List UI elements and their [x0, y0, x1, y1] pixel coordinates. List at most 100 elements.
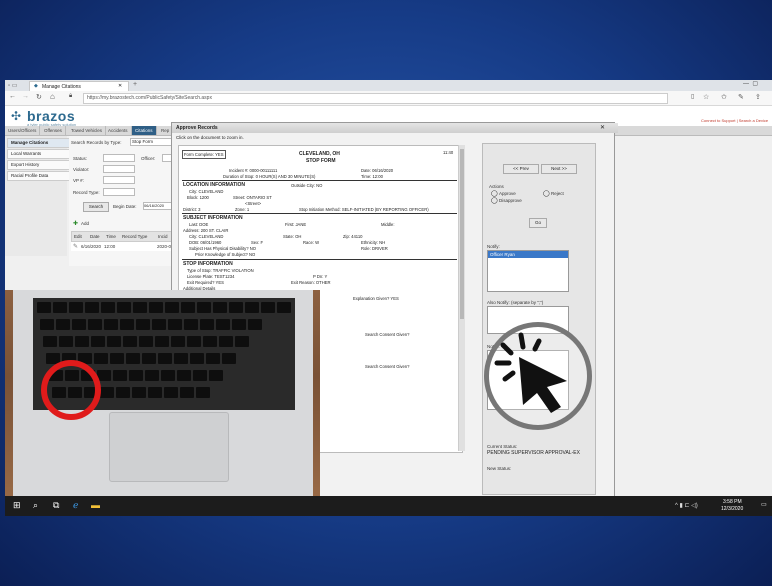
violator-field[interactable]	[103, 165, 135, 173]
doc-ethnicity: Ethnicity: NH	[361, 240, 386, 245]
search-icon[interactable]: ⌕	[33, 500, 38, 511]
click-callout	[484, 322, 592, 430]
share-icon[interactable]: ⇪	[755, 93, 761, 101]
nav-users-officers[interactable]: Users/Officers	[5, 126, 41, 135]
table-row[interactable]: ✎ 6/16/2020 12:00 2020-0	[71, 242, 174, 251]
dialog-close-icon[interactable]: ✕	[600, 124, 605, 131]
disapprove-label: Disapprove	[499, 198, 522, 203]
windows-start-icon[interactable]: ⊞	[13, 500, 21, 511]
lock-icon: 🔒︎	[69, 93, 73, 99]
keyboard-key	[155, 336, 169, 347]
sidebar: Manage Citations Local Warrants Export H…	[5, 136, 70, 256]
nav-accidents[interactable]: Accidents	[105, 126, 132, 135]
doc-stop-type: Type of Stop: TRAFFIC VIOLATION	[187, 268, 254, 273]
keyboard-key	[40, 319, 54, 330]
go-button[interactable]: Go	[529, 218, 547, 228]
taskbar: ⊞ ⌕ ⧉ ℯ ▬ ^ ▮ ⊏ ◁) 3:58 PM 12/3/2020 ▭	[5, 496, 772, 516]
scroll-thumb[interactable]	[460, 149, 464, 319]
nav-towed-vehicles[interactable]: Towed Vehicles	[68, 126, 107, 135]
system-tray-icons[interactable]: ^ ▮ ⊏ ◁)	[675, 502, 698, 509]
keyboard-key	[168, 319, 182, 330]
edit-icon[interactable]: ✎	[73, 243, 78, 250]
tab-bar: ▫ ▭ ◆ Manage Citations ✕ + — ▢	[5, 80, 772, 92]
task-view-icon[interactable]: ⧉	[53, 500, 59, 511]
favorite-star-icon[interactable]: ☆	[703, 93, 709, 101]
keyboard-key	[139, 336, 153, 347]
keyboard-key	[229, 302, 243, 313]
doc-role: Role: DRIVER	[361, 246, 388, 251]
new-tab-icon[interactable]: +	[133, 81, 137, 88]
keyboard-key	[181, 302, 195, 313]
approve-radio[interactable]: ◯	[491, 190, 498, 197]
doc-street2: <Street>	[245, 201, 262, 206]
form-complete: Form Complete: YES	[182, 150, 226, 159]
sidebar-item-local-warrants[interactable]: Local Warrants	[7, 149, 70, 159]
add-link[interactable]: Add	[81, 221, 89, 226]
keyboard-key	[158, 353, 172, 364]
col-date: Date	[90, 234, 100, 239]
keyboard-key	[216, 319, 230, 330]
keyboard-key	[245, 302, 259, 313]
favorites-icon[interactable]: ✩	[721, 93, 727, 101]
back-icon[interactable]: ←	[9, 93, 16, 100]
edge-browser-icon[interactable]: ℯ	[73, 500, 78, 511]
notifications-icon[interactable]: ▭	[761, 501, 767, 508]
record-type-field[interactable]	[103, 188, 135, 196]
reader-icon[interactable]: ▯	[691, 93, 694, 100]
support-links[interactable]: Connect to Support | Search a Device	[701, 118, 768, 123]
status-field[interactable]	[103, 154, 135, 162]
nav-offenses[interactable]: Offenses	[41, 126, 66, 135]
doc-dob: DOB: 06/01/1960	[189, 240, 222, 245]
add-icon[interactable]: ✚	[73, 220, 78, 227]
subject-header: SUBJECT INFORMATION	[183, 215, 243, 221]
col-incident: Incid	[158, 234, 168, 239]
document-scrollbar[interactable]	[458, 145, 465, 451]
sidebar-item-racial-profile[interactable]: Racial Profile Data	[7, 171, 70, 181]
forward-icon[interactable]: →	[22, 93, 29, 100]
search-type-select[interactable]: Stop Form	[130, 138, 173, 146]
keyboard-key	[148, 387, 162, 398]
home-icon[interactable]: ⌂	[50, 92, 55, 101]
doc-stop-method: Stop Initiation Method: SELF-INITIATED (…	[299, 207, 429, 212]
new-status-label: New Status:	[487, 466, 512, 471]
doc-exit-required: Exit Required? YES	[187, 280, 224, 285]
reject-radio[interactable]: ◯	[543, 190, 550, 197]
keyboard-key	[209, 370, 223, 381]
nav-citations[interactable]: Citations	[132, 126, 157, 135]
notify-list[interactable]: Officer Ryan	[487, 250, 569, 292]
keyboard-key	[200, 319, 214, 330]
begin-date-field[interactable]: 06/16/2020	[143, 202, 174, 210]
url-bar[interactable]: https://my.brazostech.com/PublicSafety/S…	[83, 93, 668, 104]
doc-prior-knowledge: Prior Knowledge of Subject? NO	[195, 252, 256, 257]
keyboard-key	[69, 302, 83, 313]
search-button[interactable]: Search	[83, 202, 109, 212]
prev-button[interactable]: << Prev	[503, 164, 539, 174]
file-explorer-icon[interactable]: ▬	[91, 500, 100, 510]
keyboard-key	[129, 370, 143, 381]
clock-date[interactable]: 12/3/2020	[721, 506, 743, 512]
window-controls[interactable]: — ▢	[743, 80, 758, 87]
doc-duration: Duration of Stop: 0 HOUR(S) AND 30 MINUT…	[223, 174, 316, 179]
tab-actions-icon[interactable]: ▫ ▭	[8, 82, 17, 89]
vp-field[interactable]	[103, 176, 135, 184]
close-tab-icon[interactable]: ✕	[118, 83, 122, 89]
officer-label: Officer:	[141, 156, 156, 161]
clock-time[interactable]: 3:58 PM	[723, 499, 742, 505]
pen-icon[interactable]: ✎	[738, 93, 744, 101]
keyboard-key	[132, 387, 146, 398]
keyboard-key	[133, 302, 147, 313]
keyboard-key	[190, 353, 204, 364]
status-label: Status:	[73, 156, 88, 161]
keyboard-key	[184, 319, 198, 330]
keyboard-key	[174, 353, 188, 364]
doc-race: Race: W	[303, 240, 320, 245]
sidebar-item-export-history[interactable]: Export History	[7, 160, 70, 170]
results-header: Edit Date Time Record Type Incid	[71, 231, 176, 242]
keyboard-key	[126, 353, 140, 364]
refresh-icon[interactable]: ↻	[36, 93, 42, 101]
keyboard-key	[136, 319, 150, 330]
notify-option-selected[interactable]: Officer Ryan	[488, 251, 568, 258]
disapprove-radio[interactable]: ◯	[491, 197, 498, 204]
sidebar-item-manage-citations[interactable]: Manage Citations	[7, 138, 70, 148]
next-button[interactable]: Next >>	[541, 164, 577, 174]
